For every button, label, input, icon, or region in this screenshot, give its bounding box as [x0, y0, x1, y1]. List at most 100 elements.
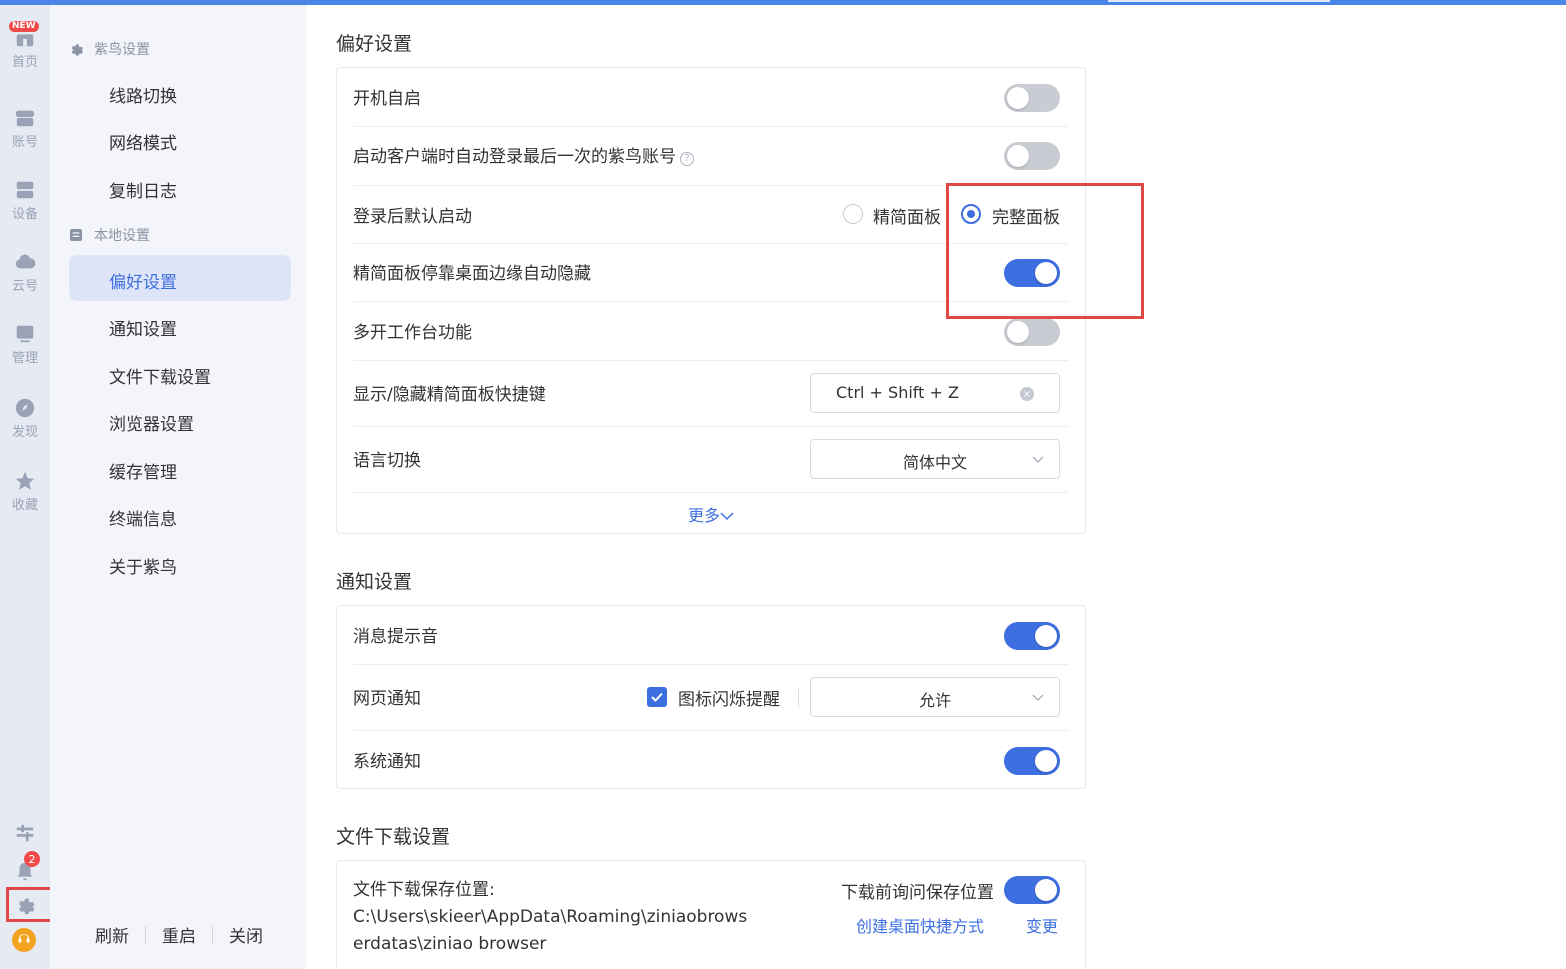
sidebar-footer: 刷新 重启 关闭 — [95, 922, 263, 947]
sidebar-item-downloads[interactable]: 文件下载设置 — [109, 363, 211, 388]
rail-label-manage: 管理 — [11, 351, 38, 366]
bell-icon[interactable] — [0, 861, 50, 883]
create-shortcut-link[interactable]: 创建桌面快捷方式 — [856, 913, 984, 937]
system-notification-row: 系统通知 — [353, 731, 1069, 789]
notifications-card: 消息提示音 网页通知 图标闪烁提醒 允许 系统通知 — [336, 605, 1086, 789]
rail-item-favorites[interactable]: 收藏 — [0, 470, 50, 530]
clear-icon[interactable]: × — [1020, 387, 1034, 401]
default-launch-label: 登录后默认启动 — [353, 207, 472, 227]
multi-workspace-label: 多开工作台功能 — [353, 323, 472, 343]
restart-button[interactable]: 重启 — [162, 922, 196, 947]
sidebar-active-highlight — [69, 255, 291, 301]
download-path-line2: erdatas\ziniao browser — [353, 934, 547, 954]
rail-item-manage[interactable]: 管理 — [0, 323, 50, 383]
multi-workspace-toggle[interactable] — [1004, 318, 1060, 346]
notifications-title: 通知设置 — [336, 571, 413, 593]
hotkey-row: 显示/隐藏精简面板快捷键 Ctrl + Shift + Z × — [353, 361, 1069, 427]
rail-label-home: 首页 — [11, 55, 38, 70]
more-link[interactable]: 更多 — [337, 502, 1085, 526]
help-icon[interactable]: ? — [680, 151, 694, 166]
ask-save-location-toggle[interactable] — [1004, 876, 1060, 904]
download-path-line1: C:\Users\skieer\AppData\Roaming\ziniaobr… — [353, 907, 748, 927]
rail-label-account: 账号 — [11, 135, 38, 150]
autostart-label: 开机自启 — [353, 89, 421, 109]
new-badge: NEW — [9, 21, 39, 32]
radio-simple-panel[interactable] — [843, 204, 863, 224]
change-path-link[interactable]: 变更 — [1026, 913, 1058, 937]
toggle-knob — [1007, 321, 1029, 343]
rail-label-favorites: 收藏 — [11, 498, 38, 513]
rail-item-cloud[interactable]: 云号 — [0, 251, 50, 311]
system-notification-label: 系统通知 — [353, 752, 421, 772]
refresh-button[interactable]: 刷新 — [95, 922, 129, 947]
downloads-card: 文件下载保存位置: C:\Users\skieer\AppData\Roamin… — [336, 860, 1086, 969]
local-settings-icon — [70, 229, 82, 241]
compass-icon — [14, 397, 36, 419]
language-row: 语言切换 简体中文 — [353, 427, 1069, 493]
rail-item-device[interactable]: 设备 — [0, 179, 50, 239]
auto-hide-label: 精简面板停靠桌面边缘自动隐藏 — [353, 264, 591, 284]
sliders-icon[interactable] — [0, 823, 50, 845]
download-path-label: 文件下载保存位置: — [353, 880, 495, 900]
language-select[interactable]: 简体中文 — [810, 439, 1060, 479]
web-notification-select[interactable]: 允许 — [810, 677, 1060, 717]
sidebar-item-cache[interactable]: 缓存管理 — [109, 458, 177, 483]
preferences-title: 偏好设置 — [336, 33, 413, 55]
icon-rail: 首页 账号 设备 云号 管理 发现 收藏 — [0, 5, 50, 969]
icon-flash-checkbox[interactable] — [647, 687, 667, 707]
sidebar-item-notifications[interactable]: 通知设置 — [109, 315, 177, 340]
toggle-knob — [1035, 879, 1057, 901]
language-value: 简体中文 — [902, 453, 967, 472]
footer-divider — [212, 925, 213, 944]
device-icon — [14, 179, 36, 201]
rail-item-home[interactable]: 首页 — [0, 27, 50, 87]
rail-item-account[interactable]: 账号 — [0, 107, 50, 167]
sidebar-item-copy-log[interactable]: 复制日志 — [109, 177, 177, 202]
rail-item-discover[interactable]: 发现 — [0, 397, 50, 457]
hotkey-input[interactable]: Ctrl + Shift + Z × — [810, 373, 1060, 413]
autologin-row: 启动客户端时自动登录最后一次的紫鸟账号? — [353, 127, 1069, 186]
sidebar-item-preferences[interactable]: 偏好设置 — [109, 268, 177, 293]
sidebar-group-label: 本地设置 — [94, 228, 150, 244]
footer-divider — [145, 925, 146, 944]
system-notification-toggle[interactable] — [1004, 747, 1060, 775]
notification-count-badge: 2 — [24, 851, 40, 867]
chevron-down-icon — [720, 512, 734, 521]
ask-save-location-label: 下载前询问保存位置 — [841, 883, 994, 903]
autologin-label-text: 启动客户端时自动登录最后一次的紫鸟账号 — [353, 147, 676, 167]
sound-toggle[interactable] — [1004, 622, 1060, 650]
check-icon — [651, 692, 663, 702]
sidebar-item-network-mode[interactable]: 网络模式 — [109, 129, 177, 154]
toggle-knob — [1007, 87, 1029, 109]
sidebar-item-terminal-info[interactable]: 终端信息 — [109, 505, 177, 530]
star-icon — [14, 470, 36, 492]
sidebar-group-ziniao: 紫鸟设置 — [68, 39, 150, 59]
settings-highlight-box — [6, 887, 56, 922]
sidebar-group-label: 紫鸟设置 — [94, 42, 150, 58]
icon-flash-label[interactable]: 图标闪烁提醒 — [678, 685, 780, 710]
sidebar-item-browser[interactable]: 浏览器设置 — [109, 410, 194, 435]
rail-label-cloud: 云号 — [11, 279, 38, 294]
annotation-highlight-box — [946, 183, 1144, 319]
sidebar-group-local: 本地设置 — [68, 225, 150, 245]
headset-icon[interactable] — [12, 928, 36, 952]
autologin-toggle[interactable] — [1004, 142, 1060, 170]
chevron-down-icon — [1032, 456, 1044, 463]
top-bar-segment — [1108, 0, 1330, 2]
autostart-toggle[interactable] — [1004, 84, 1060, 112]
toggle-knob — [1007, 145, 1029, 167]
hotkey-label: 显示/隐藏精简面板快捷键 — [353, 385, 546, 405]
more-link-text: 更多 — [687, 506, 720, 525]
toggle-knob — [1035, 625, 1057, 647]
sidebar-item-route-switch[interactable]: 线路切换 — [109, 82, 177, 107]
manage-icon — [14, 323, 36, 345]
autologin-label: 启动客户端时自动登录最后一次的紫鸟账号? — [353, 142, 694, 167]
web-notification-row: 网页通知 图标闪烁提醒 允许 — [353, 665, 1069, 731]
web-notification-value: 允许 — [918, 691, 951, 710]
downloads-title: 文件下载设置 — [336, 826, 451, 848]
hotkey-value: Ctrl + Shift + Z — [836, 383, 959, 402]
close-button[interactable]: 关闭 — [229, 922, 263, 947]
sidebar-item-about[interactable]: 关于紫鸟 — [109, 553, 177, 578]
account-icon — [14, 107, 36, 129]
radio-simple-panel-label[interactable]: 精简面板 — [873, 203, 941, 228]
